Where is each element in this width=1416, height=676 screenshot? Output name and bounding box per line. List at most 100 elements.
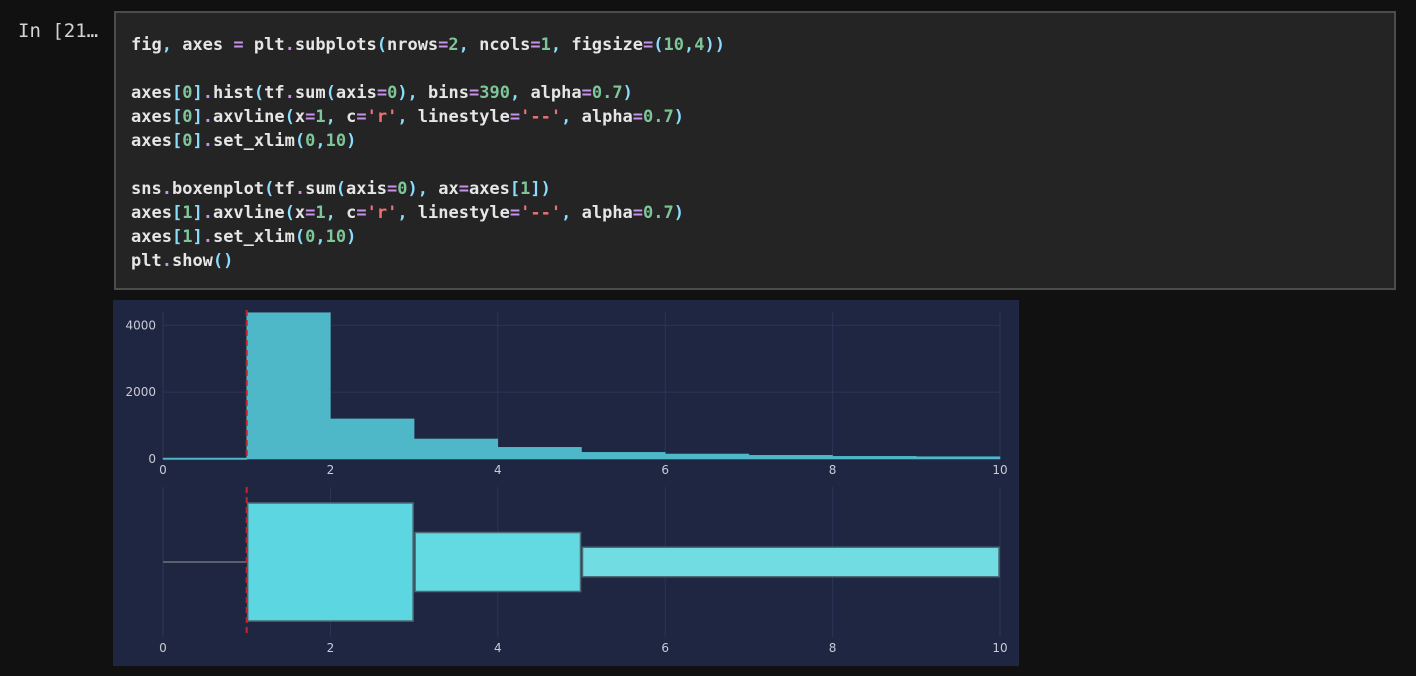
code-token: =: [356, 203, 367, 223]
code-token: 2: [448, 35, 459, 55]
code-token: ,: [397, 107, 418, 127]
code-token: =: [581, 83, 592, 103]
hist-bar: [497, 447, 582, 460]
code-token: (: [264, 179, 275, 199]
code-token: x: [294, 203, 306, 223]
code-text[interactable]: fig, axes = plt.subplots(nrows=2, ncols=…: [131, 33, 725, 273]
code-token: 0.7: [643, 203, 674, 223]
hist-bar: [246, 312, 331, 460]
code-token: ),: [407, 179, 439, 199]
hist-bar: [581, 452, 666, 460]
code-token: =: [305, 203, 316, 223]
code-token: axvline: [212, 107, 285, 127]
code-token: [: [509, 179, 521, 199]
code-token: alpha: [530, 83, 582, 103]
code-token: ,: [315, 227, 326, 247]
code-token: 'r': [366, 203, 398, 223]
hist-xtick-label: 2: [327, 463, 335, 477]
code-token: .: [161, 179, 172, 199]
boxen-xtick-label: 0: [159, 641, 167, 655]
code-token: 0: [387, 83, 398, 103]
code-token: =: [387, 179, 398, 199]
code-token: figsize: [571, 35, 643, 55]
code-token: 10: [325, 227, 347, 247]
code-token: 390: [479, 83, 510, 103]
code-token: bins: [428, 83, 469, 103]
hist-ytick-label: 4000: [125, 318, 156, 332]
hist-xtick-label: 0: [159, 463, 167, 477]
execution-prompt: In [21…: [18, 20, 99, 42]
code-line: axes[0].hist(tf.sum(axis=0), bins=390, a…: [131, 81, 725, 105]
code-token: (: [294, 227, 306, 247]
code-token: axvline: [212, 203, 285, 223]
code-token: 1: [182, 227, 193, 247]
boxen-box: [581, 546, 1000, 578]
code-token: 1: [315, 107, 326, 127]
code-token: ]): [530, 179, 551, 199]
code-token: ]: [192, 131, 203, 151]
code-token: x: [294, 107, 306, 127]
code-token: c: [346, 203, 357, 223]
code-token: 1: [315, 203, 326, 223]
code-token: ): [346, 131, 357, 151]
code-token: ncols: [479, 35, 531, 55]
code-token: =: [233, 35, 244, 55]
code-token: 1: [520, 179, 531, 199]
code-token: (: [335, 179, 347, 199]
code-token: =: [509, 107, 521, 127]
hist-bar: [916, 456, 1001, 460]
code-token: alpha: [581, 107, 633, 127]
boxen-xtick-label: 10: [992, 641, 1007, 655]
boxen-xtick-label: 6: [661, 641, 669, 655]
code-token: )): [704, 35, 725, 55]
code-token: ): [622, 83, 633, 103]
code-token: .: [284, 83, 295, 103]
code-token: ),: [397, 83, 429, 103]
code-token: axes: [131, 227, 172, 247]
code-token: tf: [274, 179, 295, 199]
code-token: 0: [182, 107, 193, 127]
code-line: axes[0].axvline(x=1, c='r', linestyle='-…: [131, 105, 725, 129]
code-token: 0.7: [643, 107, 674, 127]
code-token: axes: [468, 179, 510, 199]
code-line: sns.boxenplot(tf.sum(axis=0), ax=axes[1]…: [131, 177, 725, 201]
code-token: .: [202, 83, 213, 103]
boxen-box: [414, 531, 582, 593]
code-token: (: [253, 83, 265, 103]
code-token: =: [632, 107, 644, 127]
hist-bar: [330, 418, 415, 460]
hist-ytick-label: 0: [148, 452, 156, 466]
code-token: ,: [683, 35, 695, 55]
code-token: [: [171, 203, 183, 223]
code-token: ): [346, 227, 357, 247]
code-token: ]: [192, 83, 203, 103]
code-token: fig: [131, 35, 162, 55]
hist-bar: [413, 438, 499, 460]
code-token: set_xlim: [212, 227, 295, 247]
code-token: sns: [131, 179, 162, 199]
code-token: ,: [561, 203, 582, 223]
code-token: nrows: [386, 35, 439, 55]
code-token: hist: [212, 83, 254, 103]
code-token: [: [171, 131, 183, 151]
code-line: plt.show(): [131, 249, 725, 273]
code-token: [: [171, 83, 183, 103]
code-token: ,: [550, 35, 572, 55]
code-token: linestyle: [417, 203, 510, 223]
code-editor[interactable]: fig, axes = plt.subplots(nrows=2, ncols=…: [114, 11, 1396, 290]
code-token: ,: [161, 35, 183, 55]
code-token: 0: [397, 179, 408, 199]
code-token: ]: [192, 107, 203, 127]
code-token: =: [458, 179, 469, 199]
code-token: .: [202, 131, 213, 151]
code-token: 10: [663, 35, 684, 55]
code-line: fig, axes = plt.subplots(nrows=2, ncols=…: [131, 33, 725, 57]
code-token: (: [284, 203, 295, 223]
hist-bar: [748, 455, 833, 460]
hist-xtick-label: 8: [829, 463, 837, 477]
code-token: set_xlim: [212, 131, 295, 151]
code-token: 1: [182, 203, 193, 223]
hist-xtick-label: 6: [661, 463, 669, 477]
code-token: axes: [131, 107, 172, 127]
hist-bar: [664, 453, 750, 460]
